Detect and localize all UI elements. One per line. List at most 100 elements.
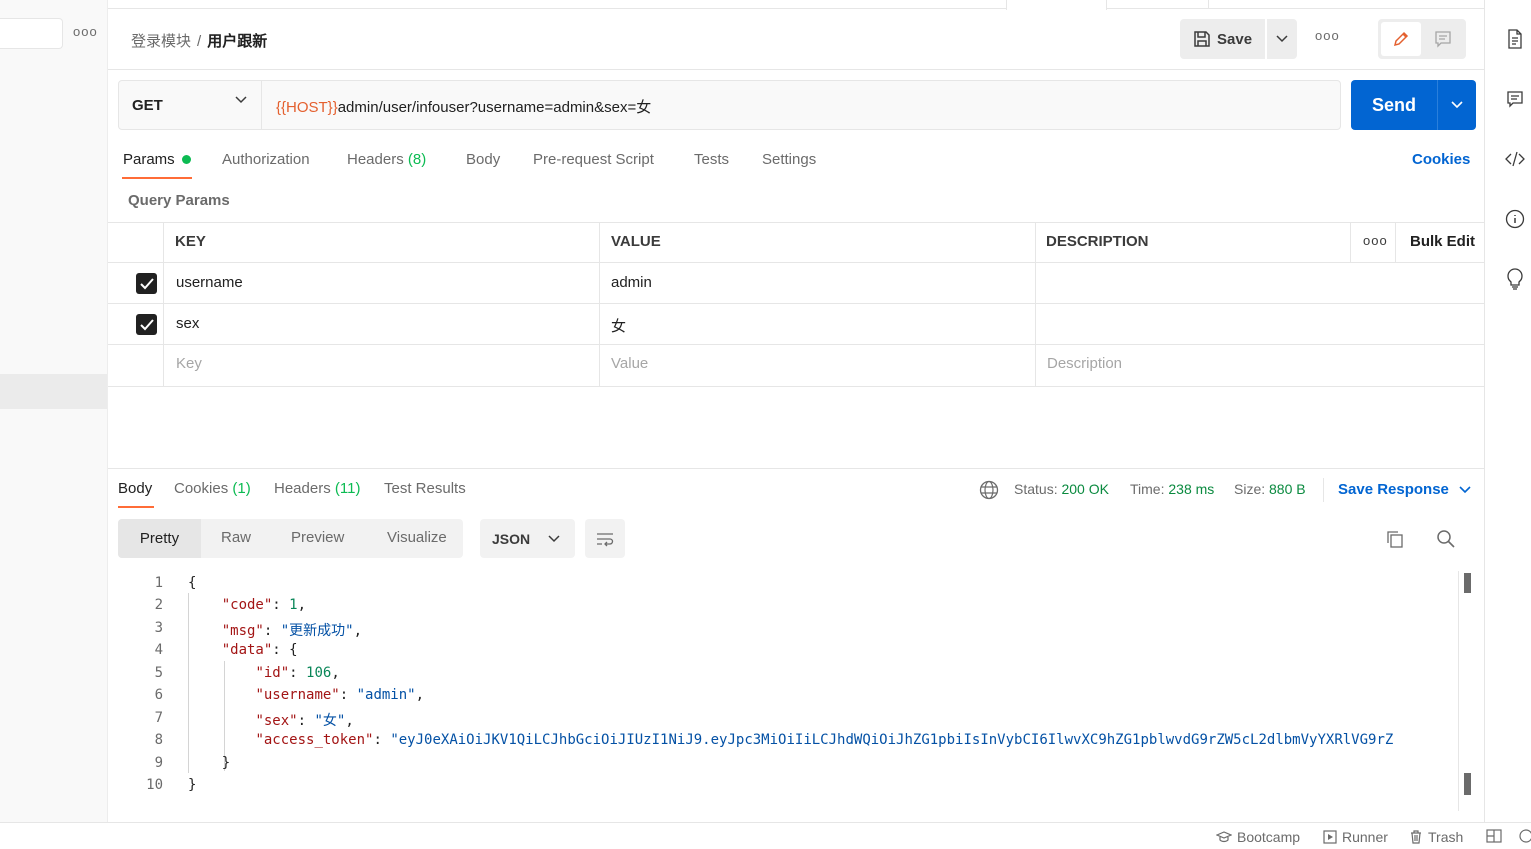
params-active-dot [182,155,191,164]
param-value-cell[interactable]: admin [611,274,652,291]
response-tab-headers[interactable]: Headers (11) [274,480,360,497]
new-value-input[interactable]: Value [611,355,648,372]
tab-params[interactable]: Params [123,151,175,168]
bootcamp-button[interactable]: Bootcamp [1216,829,1300,845]
json-string: "admin" [356,687,416,703]
time-value: 238 ms [1168,481,1215,497]
save-button[interactable]: Save [1180,19,1265,59]
breadcrumb-parent[interactable]: 登录模块 [131,33,191,50]
sidebar-more-icon[interactable]: ooo [73,24,97,44]
save-dropdown-button[interactable] [1267,19,1297,59]
edit-mode-button[interactable] [1381,22,1421,56]
wrap-lines-icon [597,532,614,546]
param-key-cell[interactable]: sex [176,315,199,332]
new-key-input[interactable]: Key [176,355,202,372]
json-string: "eyJ0eXAiOiJKV1QiLCJhbGciOiJIUzI1NiJ9.ey… [390,732,1394,748]
save-icon [1194,31,1210,47]
breadcrumb-current[interactable]: 用户跟新 [207,33,267,50]
line-number: 4 [154,642,163,658]
view-visualize-button[interactable]: Visualize [387,529,447,546]
code-line: "msg": "更新成功", [221,623,363,639]
send-dropdown-button[interactable] [1437,80,1476,130]
status-readout[interactable]: Status: 200 OK [1014,481,1109,497]
tab-prerequest-script[interactable]: Pre-request Script [533,151,654,168]
view-raw-button[interactable]: Raw [221,529,251,546]
comment-icon [1435,31,1451,48]
json-key: "sex" [255,713,298,729]
info-icon[interactable] [1503,207,1527,231]
new-description-input[interactable]: Description [1047,355,1122,372]
search-icon[interactable] [1436,529,1456,549]
line-number: 2 [154,597,163,613]
documentation-icon[interactable] [1503,27,1527,51]
code-snippet-icon[interactable] [1503,147,1527,171]
collections-sidebar [0,0,108,822]
lightbulb-icon[interactable] [1503,267,1527,291]
tab-authorization[interactable]: Authorization [222,151,310,168]
json-key: "username" [255,687,340,703]
code-token: { [188,575,197,591]
response-tab-test-results[interactable]: Test Results [384,480,466,497]
copy-icon[interactable] [1385,529,1405,549]
json-key: "code" [221,597,273,613]
scrollbar-thumb[interactable] [1464,573,1471,593]
json-key: "data" [221,642,273,658]
tab-headers[interactable]: Headers (8) [347,151,426,168]
runner-label: Runner [1342,829,1388,845]
param-key-cell[interactable]: username [176,274,243,291]
wrap-lines-button[interactable] [585,519,625,558]
line-number: 8 [154,732,163,748]
column-divider [163,222,164,387]
row-checkbox[interactable] [136,314,157,335]
url-variable: {{HOST}} [276,99,338,116]
size-readout[interactable]: Size: 880 B [1234,481,1306,497]
scrollbar-thumb[interactable] [1464,773,1471,795]
view-preview-button[interactable]: Preview [291,529,344,546]
method-select[interactable]: GET [119,81,262,129]
send-button[interactable]: Send [1351,80,1437,130]
active-request-tab[interactable] [1006,0,1107,10]
json-string: "更新成功" [280,623,354,639]
format-select[interactable]: JSON [480,519,575,558]
chevron-down-icon [548,534,560,542]
comments-icon[interactable] [1503,87,1527,111]
params-table [108,222,1484,387]
row-checkbox[interactable] [136,273,157,294]
code-line: "sex": "女", [255,713,354,729]
tab-body[interactable]: Body [466,151,500,168]
column-header-value: VALUE [611,233,661,250]
column-header-key: KEY [175,233,206,250]
tab-tests[interactable]: Tests [694,151,729,168]
time-readout[interactable]: Time: 238 ms [1130,481,1214,497]
param-value-cell[interactable]: 女 [611,315,626,336]
url-path: admin/user/infouser?username=admin&sex=女 [337,99,652,116]
response-divider[interactable] [108,468,1484,469]
two-pane-button[interactable] [1486,829,1507,843]
status-value: 200 OK [1061,481,1109,497]
more-actions-icon[interactable]: ooo [1315,28,1339,48]
sidebar-search-input[interactable] [0,18,63,49]
cookies-link[interactable]: Cookies [1412,151,1470,168]
globe-icon[interactable] [979,480,999,500]
url-input[interactable]: {{HOST}}admin/user/infouser?username=adm… [276,96,651,117]
pencil-icon [1393,31,1409,47]
response-tab-body[interactable]: Body [118,480,152,497]
bulk-edit-button[interactable]: Bulk Edit [1410,233,1475,250]
runner-button[interactable]: Runner [1323,829,1388,845]
help-button[interactable] [1519,829,1531,843]
json-number: 1 [289,597,298,613]
view-pretty-button[interactable]: Pretty [118,519,201,558]
trash-button[interactable]: Trash [1409,829,1463,845]
tab-settings[interactable]: Settings [762,151,816,168]
code-line: "code": 1, [221,597,307,613]
comment-mode-button[interactable] [1423,22,1463,56]
column-divider [1395,222,1396,263]
line-number: 7 [154,710,163,726]
status-divider [1323,478,1324,502]
sidebar-selected-item[interactable] [0,374,107,409]
response-tab-cookies[interactable]: Cookies (1) [174,480,251,497]
save-response-button[interactable]: Save Response [1338,481,1471,498]
trash-icon [1411,830,1421,844]
table-more-icon[interactable]: ooo [1363,233,1388,248]
response-body-viewer[interactable] [108,571,1458,801]
